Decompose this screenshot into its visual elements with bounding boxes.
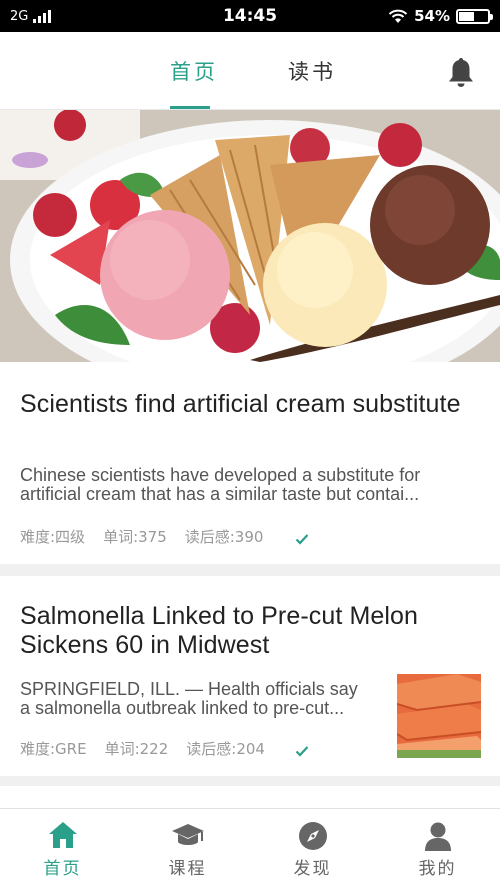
hero-image[interactable] bbox=[0, 110, 500, 362]
clock: 14:45 bbox=[222, 6, 278, 26]
word-count: 单词:222 bbox=[104, 740, 169, 758]
network-status: 2G bbox=[10, 8, 52, 24]
nav-label: 发现 bbox=[293, 859, 332, 879]
tab-home[interactable]: 首页 bbox=[170, 56, 218, 86]
bell-icon[interactable] bbox=[447, 56, 475, 90]
ice-cream-photo bbox=[0, 110, 500, 362]
summary-line: a salmonella outbreak linked to pre-cut.… bbox=[20, 699, 345, 718]
article-card[interactable]: Salmonella Linked to Pre-cut Melon Sicke… bbox=[0, 576, 500, 776]
top-nav: 首页 读书 bbox=[0, 32, 500, 110]
difficulty-label: 难度:GRE bbox=[20, 740, 87, 758]
card-divider bbox=[0, 776, 500, 786]
article-summary: SPRINGFIELD, ILL. — Health officials say… bbox=[20, 680, 388, 718]
article-meta: 难度:四级 单词:375 读后感:390 bbox=[20, 526, 263, 547]
status-bar: 2G 14:45 54% bbox=[0, 0, 500, 32]
word-count: 单词:375 bbox=[103, 528, 167, 546]
nav-label: 我的 bbox=[418, 859, 457, 879]
compass-icon bbox=[298, 822, 327, 850]
nav-profile[interactable]: 我的 bbox=[375, 809, 500, 888]
article-title[interactable]: Salmonella Linked to Pre-cut Melon Sicke… bbox=[20, 602, 480, 660]
bottom-nav: 首页 课程 发现 我的 bbox=[0, 808, 500, 888]
article-title[interactable]: Scientists find artificial cream substit… bbox=[20, 390, 480, 419]
wifi-icon bbox=[388, 9, 408, 23]
home-icon bbox=[48, 822, 77, 848]
nav-discover[interactable]: 发现 bbox=[250, 809, 375, 888]
article-meta: 难度:GRE 单词:222 读后感:204 bbox=[20, 738, 265, 759]
review-count: 读后感:390 bbox=[184, 528, 264, 546]
melon-photo bbox=[397, 674, 481, 758]
battery-percent: 54% bbox=[414, 7, 450, 25]
summary-line: Chinese scientists have developed a subs… bbox=[20, 466, 421, 485]
article-summary: Chinese scientists have developed a subs… bbox=[20, 466, 470, 504]
difficulty-label: 难度:四级 bbox=[20, 528, 86, 546]
summary-line: SPRINGFIELD, ILL. — Health officials say bbox=[20, 680, 358, 699]
active-tab-indicator bbox=[170, 106, 210, 109]
article-card[interactable]: Scientists find artificial cream substit… bbox=[0, 362, 500, 564]
nav-home[interactable]: 首页 bbox=[0, 809, 125, 888]
next-article-card[interactable] bbox=[0, 786, 500, 808]
nav-label: 课程 bbox=[168, 859, 207, 879]
checkmark-icon bbox=[295, 534, 309, 545]
signal-icon bbox=[33, 9, 52, 23]
review-count: 读后感:204 bbox=[186, 740, 265, 758]
summary-line: artificial cream that has a similar tast… bbox=[20, 485, 420, 504]
tab-reading[interactable]: 读书 bbox=[288, 56, 336, 86]
network-type: 2G bbox=[10, 8, 29, 24]
status-right: 54% bbox=[388, 7, 493, 25]
card-divider bbox=[0, 564, 500, 576]
user-icon bbox=[424, 822, 451, 851]
battery-icon bbox=[456, 8, 493, 24]
checkmark-icon bbox=[295, 746, 309, 757]
nav-label: 首页 bbox=[43, 859, 82, 879]
article-thumbnail[interactable] bbox=[397, 674, 481, 758]
graduation-cap-icon bbox=[171, 824, 204, 845]
nav-courses[interactable]: 课程 bbox=[125, 809, 250, 888]
